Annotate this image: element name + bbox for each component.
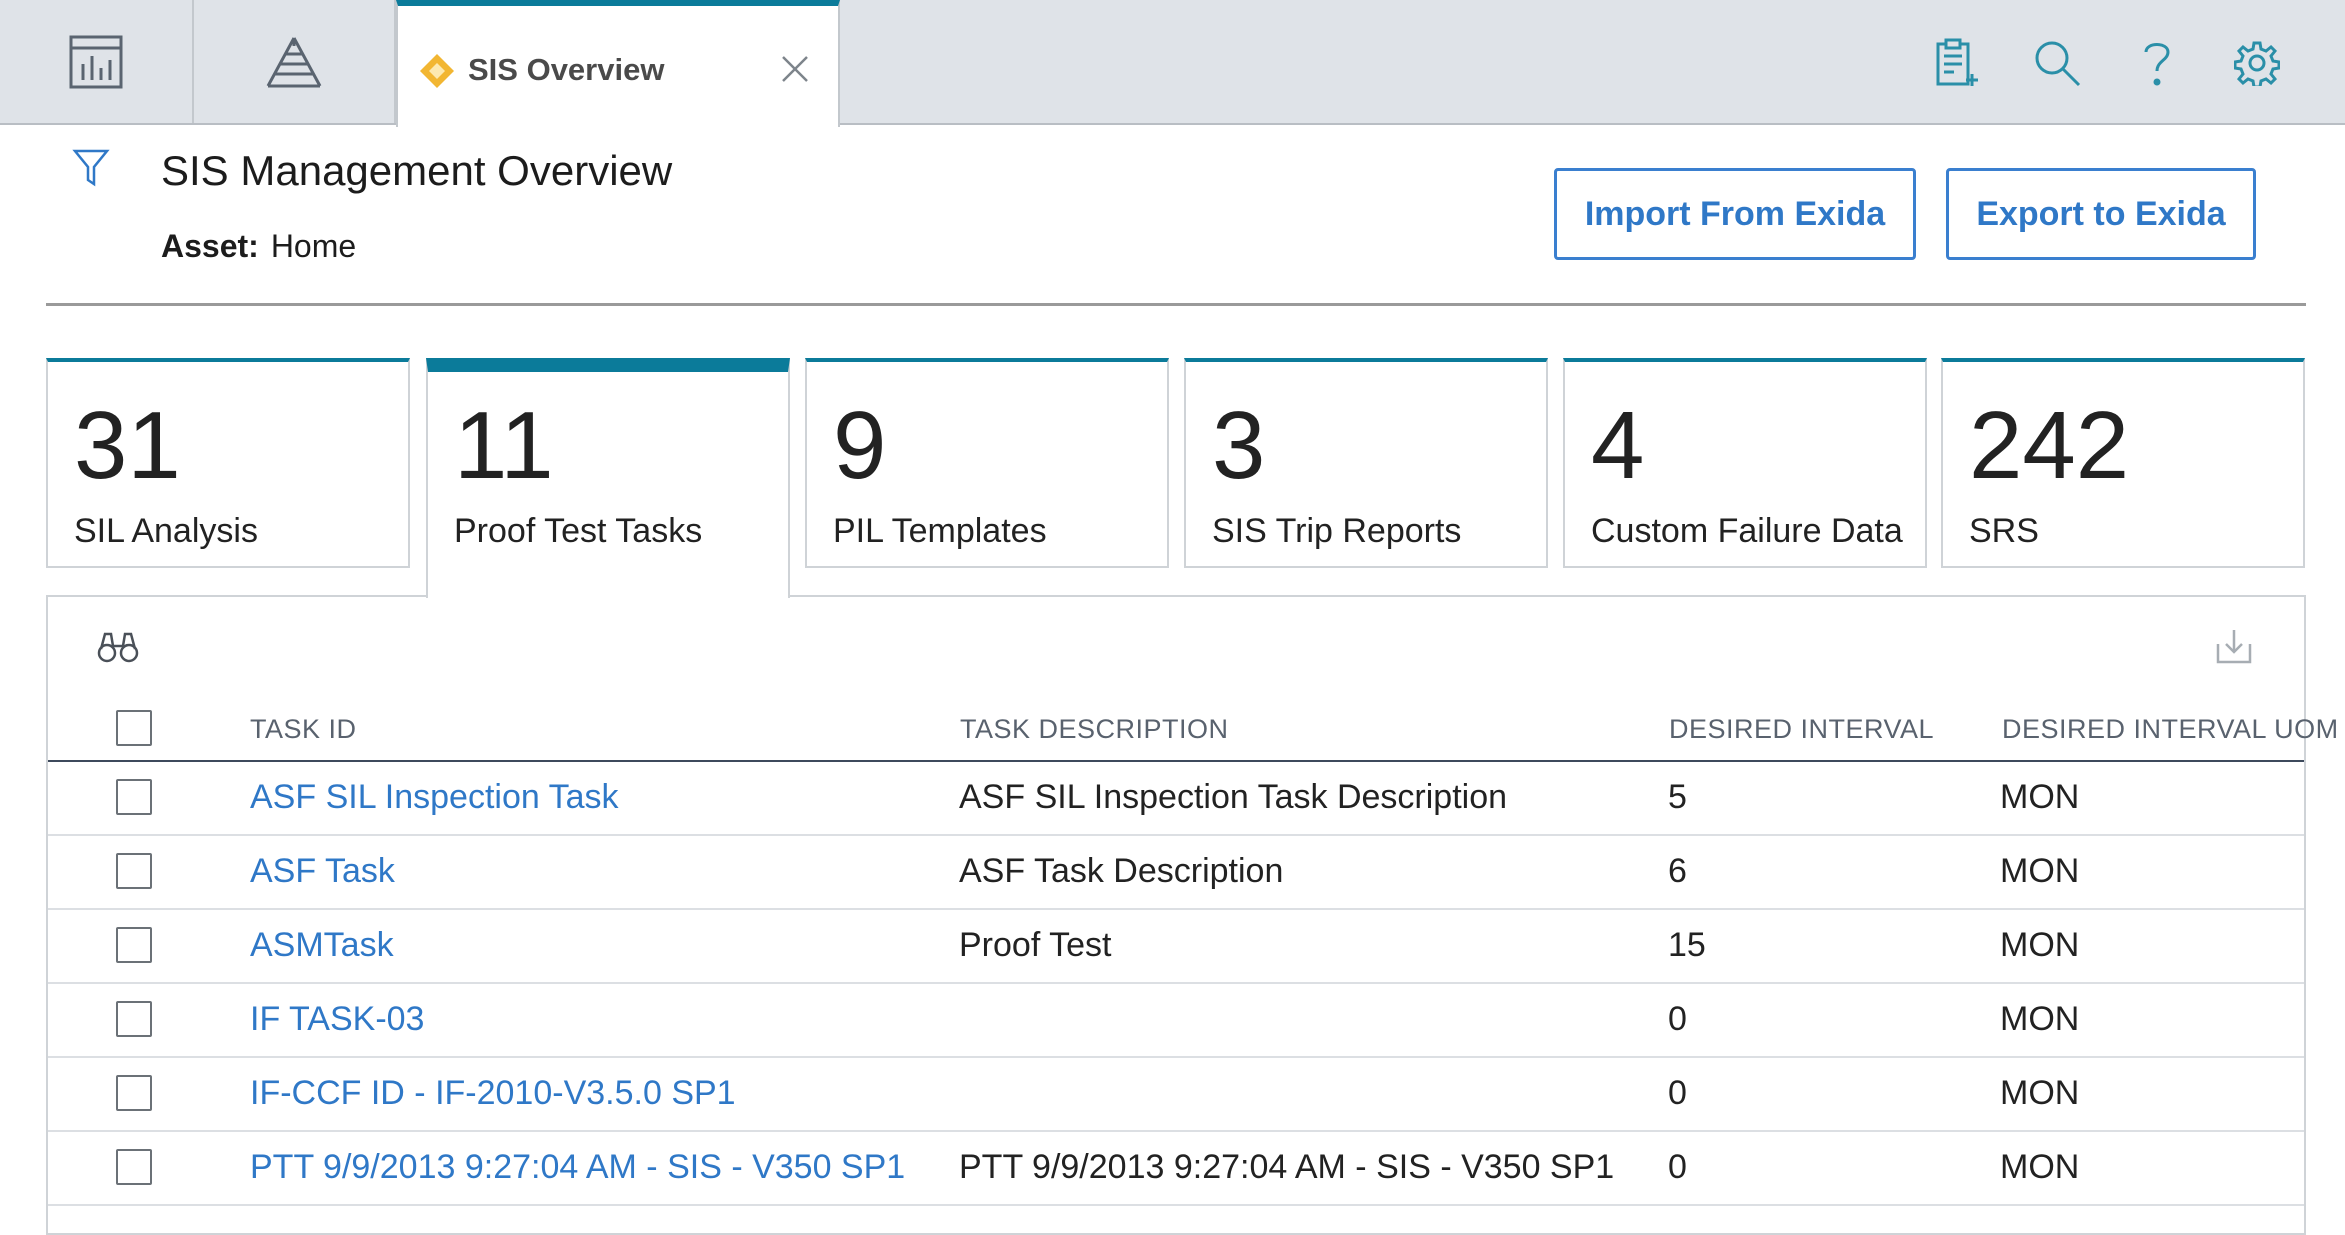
column-header-desired-interval-uom[interactable]: DESIRED INTERVAL UOM: [2002, 714, 2339, 745]
table-row: ASF SIL Inspection Task ASF SIL Inspecti…: [48, 762, 2304, 836]
hierarchy-pyramid-icon: [264, 34, 324, 90]
dashboard-nav-tile[interactable]: [0, 0, 194, 123]
card-label: PIL Templates: [833, 512, 1047, 550]
table-row: IF-CCF ID - IF-2010-V3.5.0 SP1 0 MON: [48, 1058, 2304, 1132]
task-description: ASF SIL Inspection Task Description: [959, 778, 1508, 816]
card-count: 31: [74, 392, 181, 499]
gear-icon[interactable]: [2228, 34, 2286, 92]
task-id-link[interactable]: PTT 9/9/2013 9:27:04 AM - SIS - V350 SP1: [250, 1148, 905, 1187]
task-id-link[interactable]: ASF SIL Inspection Task: [250, 778, 619, 817]
desired-interval: 0: [1668, 1148, 1687, 1186]
tasks-table: TASK ID TASK DESCRIPTION DESIRED INTERVA…: [48, 700, 2338, 1206]
export-download-icon[interactable]: [2214, 626, 2254, 671]
card-label: SIS Trip Reports: [1212, 512, 1462, 550]
desired-interval-uom: MON: [2000, 1148, 2080, 1186]
task-id-link[interactable]: IF TASK-03: [250, 1000, 424, 1039]
card-count: 3: [1212, 392, 1266, 499]
column-header-task-description[interactable]: TASK DESCRIPTION: [960, 714, 1229, 745]
card-count: 9: [833, 392, 887, 499]
task-id-link[interactable]: IF-CCF ID - IF-2010-V3.5.0 SP1: [250, 1074, 736, 1113]
page-title: SIS Management Overview: [161, 147, 673, 194]
row-checkbox[interactable]: [116, 1149, 152, 1185]
card-custom-failure-data[interactable]: 4 Custom Failure Data: [1563, 358, 1927, 568]
card-label: Proof Test Tasks: [454, 512, 703, 550]
card-count: 4: [1591, 392, 1645, 499]
desired-interval-uom: MON: [2000, 926, 2080, 964]
card-count: 11: [454, 392, 554, 499]
diamond-icon: [418, 52, 456, 95]
header-divider: [46, 303, 2306, 306]
column-header-task-id[interactable]: TASK ID: [250, 714, 357, 745]
table-row: ASF Task ASF Task Description 6 MON: [48, 836, 2304, 910]
import-from-exida-button[interactable]: Import From Exida: [1554, 168, 1916, 260]
card-proof-test-tasks[interactable]: 11 Proof Test Tasks: [426, 358, 790, 598]
desired-interval-uom: MON: [2000, 852, 2080, 890]
card-label: Custom Failure Data: [1591, 512, 1903, 550]
help-icon[interactable]: [2128, 34, 2186, 92]
desired-interval: 0: [1668, 1000, 1687, 1038]
desired-interval: 5: [1668, 778, 1687, 816]
row-checkbox[interactable]: [116, 927, 152, 963]
table-row: ASMTask Proof Test 15 MON: [48, 910, 2304, 984]
row-checkbox[interactable]: [116, 1075, 152, 1111]
row-checkbox[interactable]: [116, 1001, 152, 1037]
card-label: SIL Analysis: [74, 512, 258, 550]
top-tab-bar: SIS Overview: [0, 0, 2345, 127]
search-icon[interactable]: [2028, 34, 2086, 92]
hierarchy-nav-tile[interactable]: [194, 0, 396, 123]
table-row: IF TASK-03 0 MON: [48, 984, 2304, 1058]
row-checkbox[interactable]: [116, 853, 152, 889]
filter-icon[interactable]: [72, 148, 110, 193]
select-all-checkbox[interactable]: [116, 710, 152, 746]
desired-interval-uom: MON: [2000, 1074, 2080, 1112]
tab-sis-overview[interactable]: SIS Overview: [396, 0, 840, 127]
task-id-link[interactable]: ASF Task: [250, 852, 395, 891]
close-icon[interactable]: [780, 54, 810, 89]
desired-interval-uom: MON: [2000, 1000, 2080, 1038]
table-row: PTT 9/9/2013 9:27:04 AM - SIS - V350 SP1…: [48, 1132, 2304, 1206]
export-to-exida-button[interactable]: Export to Exida: [1946, 168, 2256, 260]
card-sis-trip-reports[interactable]: 3 SIS Trip Reports: [1184, 358, 1548, 568]
table-header: TASK ID TASK DESCRIPTION DESIRED INTERVA…: [48, 700, 2338, 762]
asset-breadcrumb: Asset: Home: [161, 228, 356, 265]
desired-interval: 0: [1668, 1074, 1687, 1112]
desired-interval: 15: [1668, 926, 1706, 964]
card-srs[interactable]: 242 SRS: [1941, 358, 2305, 568]
row-checkbox[interactable]: [116, 779, 152, 815]
binoculars-icon[interactable]: [96, 628, 140, 669]
task-id-link[interactable]: ASMTask: [250, 926, 394, 965]
column-header-desired-interval[interactable]: DESIRED INTERVAL: [1669, 714, 1934, 745]
task-description: Proof Test: [959, 926, 1112, 964]
dashboard-icon: [68, 34, 124, 90]
card-label: SRS: [1969, 512, 2039, 550]
tab-label: SIS Overview: [468, 52, 665, 87]
desired-interval: 6: [1668, 852, 1687, 890]
desired-interval-uom: MON: [2000, 778, 2080, 816]
asset-value: Home: [270, 228, 357, 264]
clipboard-add-icon[interactable]: [1928, 34, 1986, 92]
card-sil-analysis[interactable]: 31 SIL Analysis: [46, 358, 410, 568]
card-pil-templates[interactable]: 9 PIL Templates: [805, 358, 1169, 568]
asset-label: Asset:: [161, 228, 259, 264]
task-description: PTT 9/9/2013 9:27:04 AM - SIS - V350 SP1: [959, 1148, 1615, 1186]
task-description: ASF Task Description: [959, 852, 1284, 890]
card-count: 242: [1969, 392, 2130, 499]
